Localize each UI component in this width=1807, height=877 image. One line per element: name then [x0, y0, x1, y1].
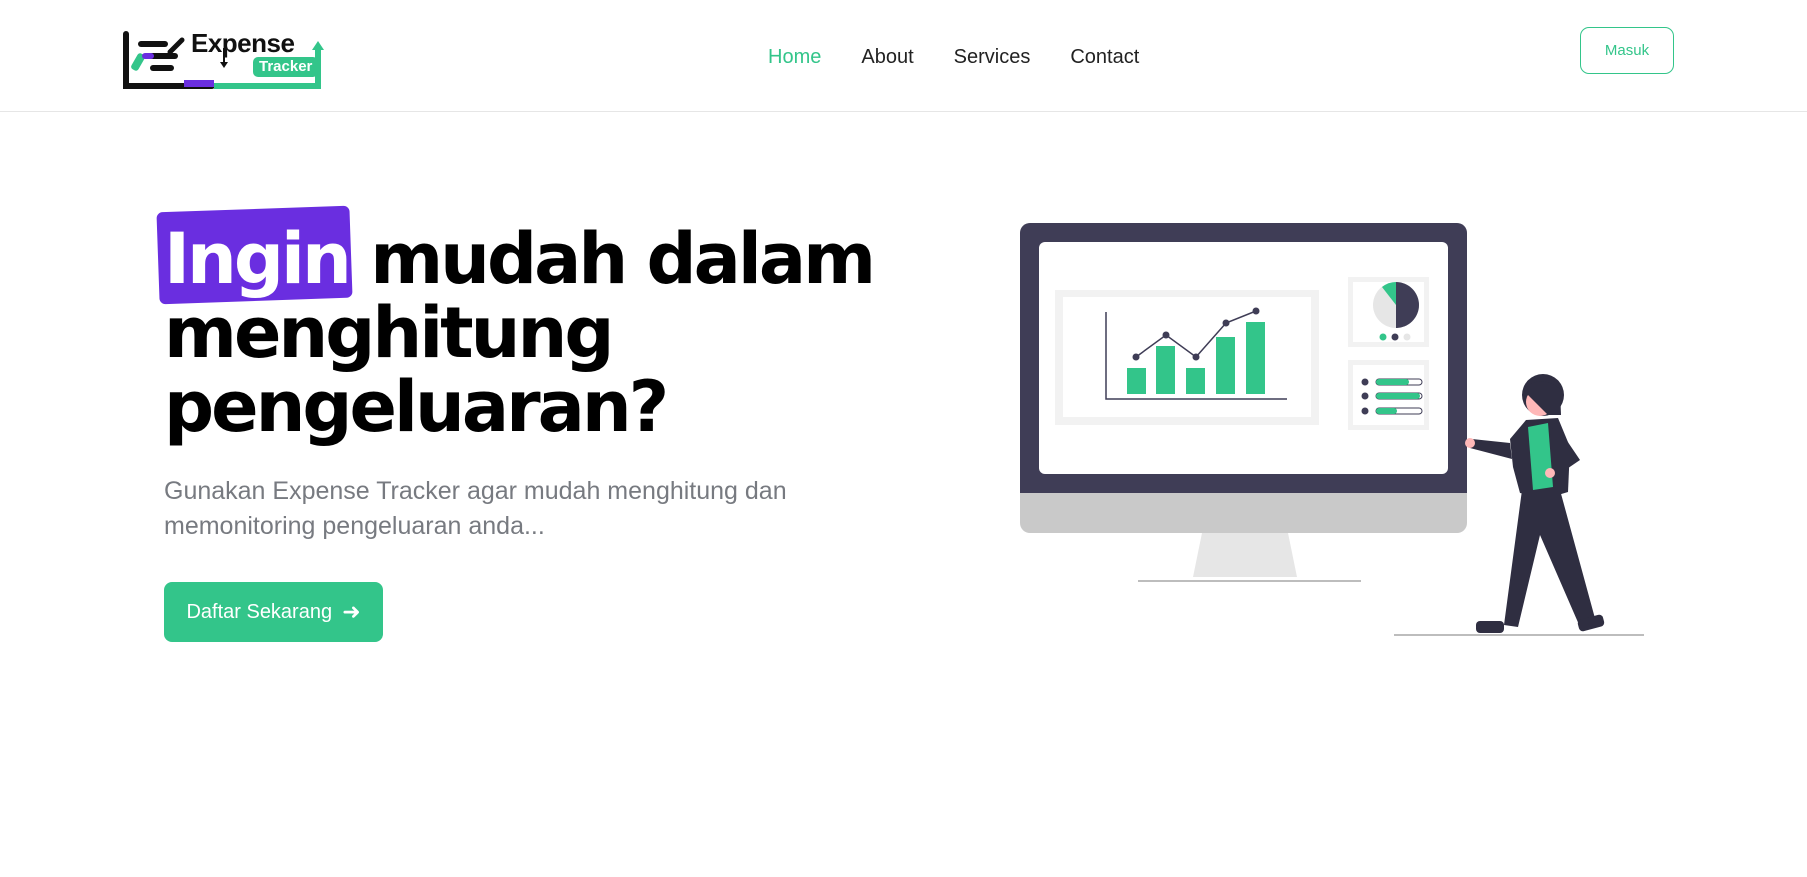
hero-title: Ingin mudah dalam menghitung pengeluaran…: [164, 222, 924, 444]
nav-contact-link[interactable]: Contact: [1070, 44, 1139, 70]
main-nav: Home About Services Contact: [768, 44, 1179, 70]
monitor-woman-illustration-icon: [1020, 223, 1644, 636]
nav-services-link[interactable]: Services: [954, 44, 1031, 70]
nav-about-link[interactable]: About: [861, 44, 913, 70]
nav-home-link[interactable]: Home: [768, 44, 821, 70]
login-button[interactable]: Masuk: [1580, 27, 1674, 74]
navbar: Expense Tracker Home About Services Cont…: [0, 0, 1807, 112]
dashboard-illustration: [1020, 215, 1670, 645]
hero-title-highlight: Ingin: [164, 218, 352, 300]
brand-badge: Tracker: [253, 57, 319, 77]
brand-name: Expense: [191, 28, 295, 58]
arrow-right-icon: ➜: [342, 599, 361, 624]
register-button[interactable]: Daftar Sekarang ➜: [164, 582, 383, 642]
hero-subtitle: Gunakan Expense Tracker agar mudah mengh…: [164, 477, 787, 540]
brand-logo[interactable]: Expense Tracker: [122, 28, 327, 92]
register-button-label: Daftar Sekarang: [186, 600, 333, 623]
